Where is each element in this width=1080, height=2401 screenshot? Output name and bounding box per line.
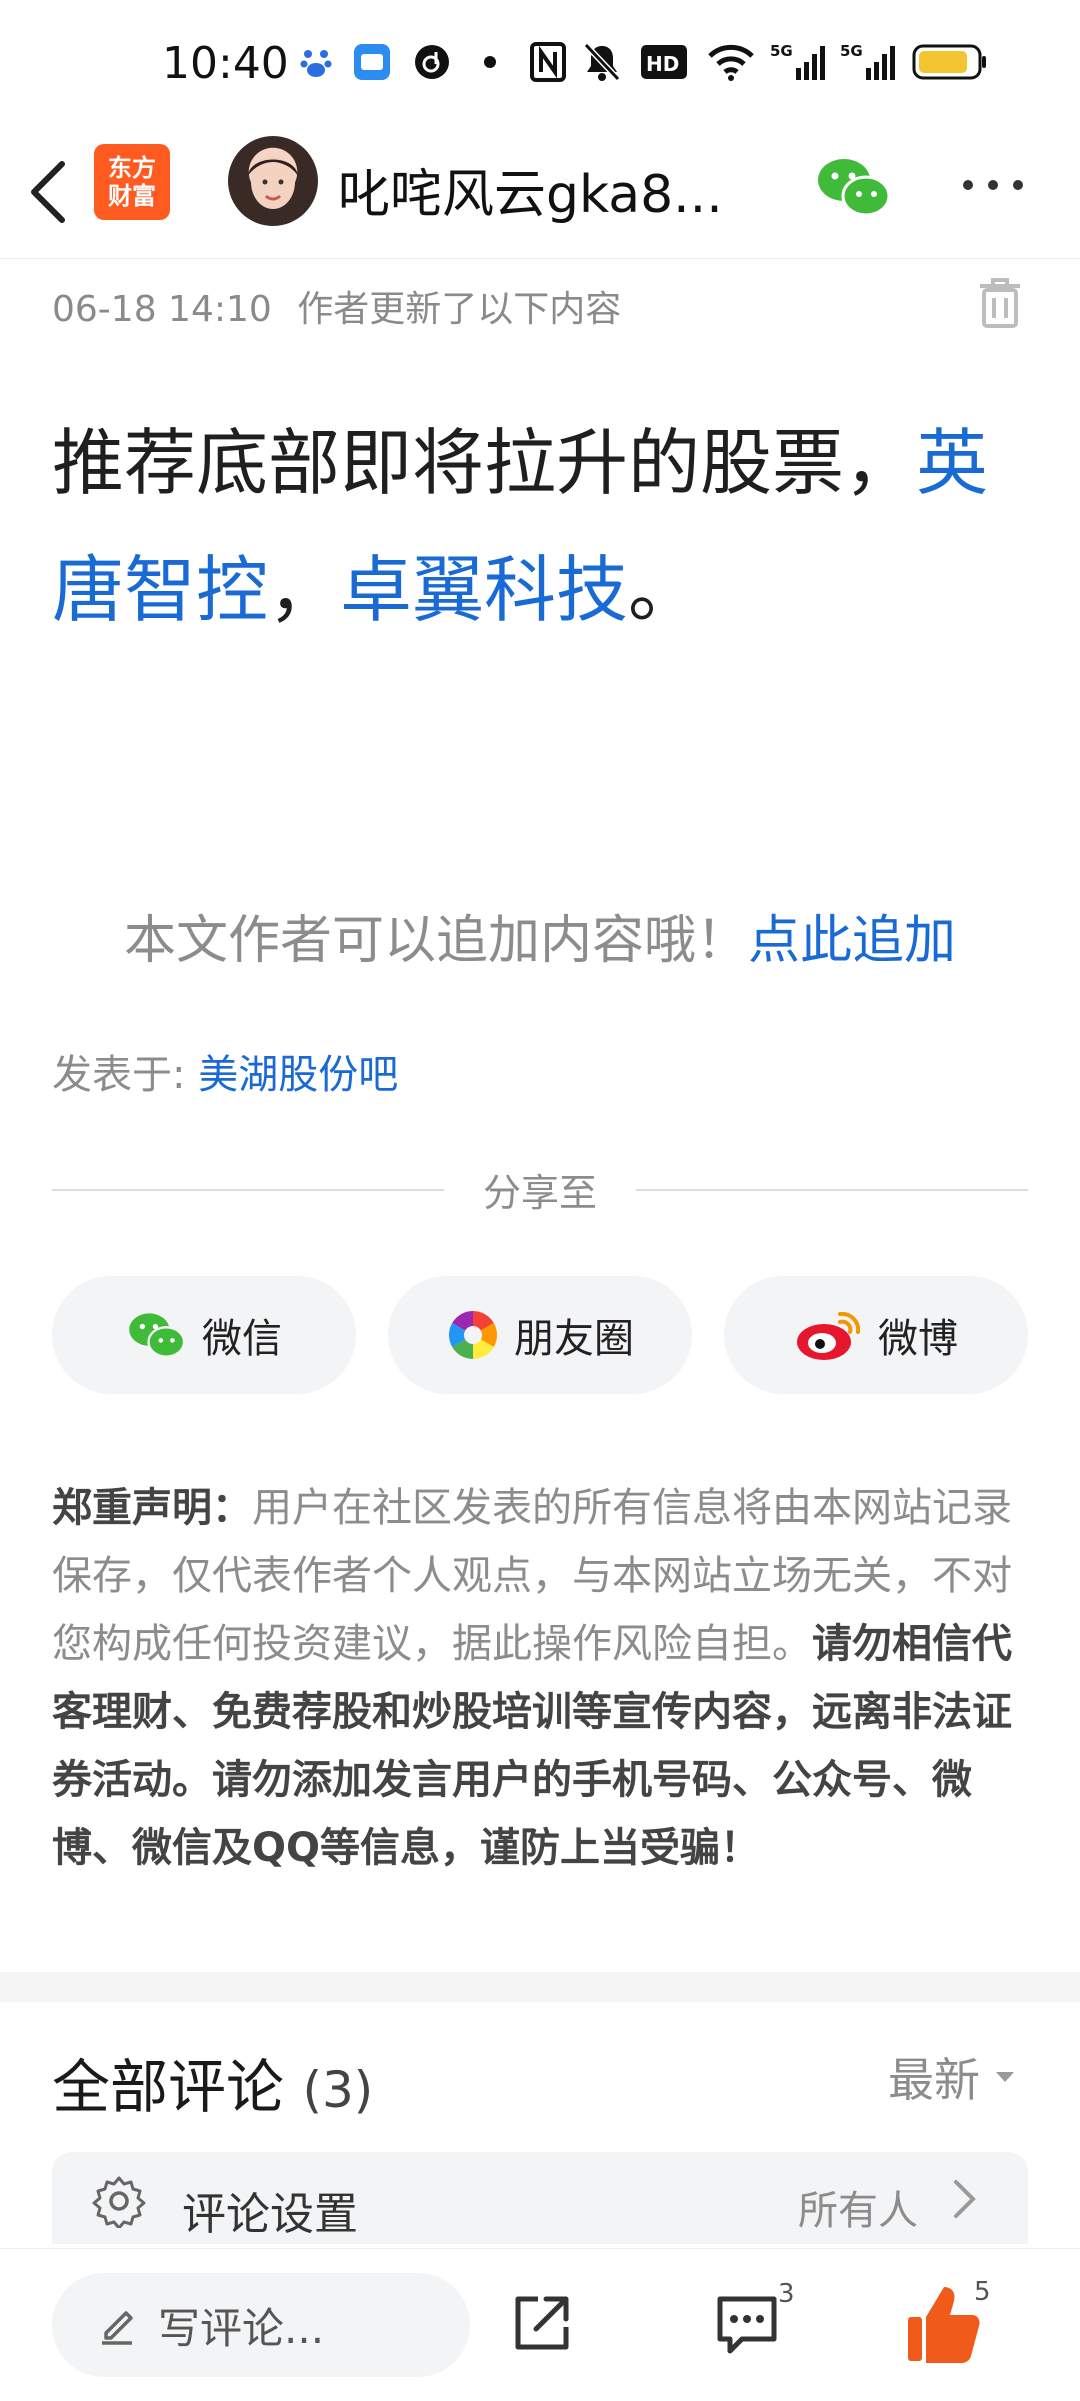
status-bar: 10:40 HD 5G 5G xyxy=(0,0,1080,130)
share-weibo-label: 微博 xyxy=(878,1316,958,1362)
comment-settings-label: 评论设置 xyxy=(182,2189,358,2240)
like-icon[interactable] xyxy=(906,2283,982,2369)
stock-link-2[interactable]: 卓翼科技 xyxy=(340,548,628,632)
sort-label: 最新 xyxy=(888,2053,980,2107)
append-content-prompt: 本文作者可以追加内容哦！点此追加 xyxy=(0,898,1080,973)
back-button[interactable] xyxy=(22,152,82,232)
share-weibo-button[interactable]: 微博 xyxy=(724,1276,1028,1394)
baidu-icon xyxy=(298,40,334,84)
disclaimer-heading: 郑重声明： xyxy=(52,1485,252,1531)
wifi-icon xyxy=(704,40,758,84)
like-count-badge: 5 xyxy=(974,2277,991,2307)
top-nav-bar: 东方 财富 叱咤风云gka8... xyxy=(0,130,1080,259)
update-info: 06-18 14:10 作者更新了以下内容 xyxy=(52,280,621,332)
post-content: 推荐底部即将拉升的股票，英唐智控，卓翼科技。 xyxy=(52,400,1032,654)
caret-down-icon xyxy=(996,2072,1014,2082)
share-moments-label: 朋友圈 xyxy=(514,1316,634,1362)
status-time: 10:40 xyxy=(162,38,289,89)
comments-header: 全部评论 (3) xyxy=(52,2040,373,2124)
mute-icon xyxy=(582,40,622,84)
svg-text:HD: HD xyxy=(646,52,679,76)
bottom-action-bar: 写评论... 3 5 xyxy=(0,2248,1080,2401)
chevron-right-icon xyxy=(954,2180,976,2218)
gear-icon xyxy=(92,2176,146,2228)
cell-signal-2-icon: 5G xyxy=(840,40,896,84)
brand-logo[interactable]: 东方 财富 xyxy=(94,144,170,220)
divider xyxy=(636,1189,1028,1191)
wechat-icon xyxy=(129,1313,186,1358)
posted-to-label: 发表于: xyxy=(52,1052,199,1098)
author-avatar[interactable] xyxy=(228,136,318,226)
brand-logo-line2: 财富 xyxy=(108,182,156,210)
append-link[interactable]: 点此追加 xyxy=(748,911,956,971)
moments-icon xyxy=(448,1311,498,1359)
battery-icon xyxy=(912,40,988,84)
posted-to: 发表于: 美湖股份吧 xyxy=(52,1042,398,1100)
app-notification-icon xyxy=(350,40,394,84)
append-prompt-text: 本文作者可以追加内容哦！ xyxy=(123,911,748,971)
weibo-icon xyxy=(797,1311,861,1360)
dot-icon xyxy=(480,40,500,84)
post-text: 推荐底部即将拉升的股票， xyxy=(52,421,917,505)
comment-settings-value: 所有人 xyxy=(798,2188,918,2234)
comments-title: 全部评论 xyxy=(52,2053,285,2121)
comment-input-placeholder: 写评论... xyxy=(158,2303,325,2353)
hd-icon: HD xyxy=(640,40,688,84)
comment-count-badge: 3 xyxy=(778,2279,795,2309)
comment-input[interactable]: 写评论... xyxy=(52,2273,470,2377)
sort-dropdown[interactable]: 最新 xyxy=(888,2044,1016,2110)
nfc-icon xyxy=(528,40,568,84)
author-name[interactable]: 叱咤风云gka8... xyxy=(338,152,723,227)
wechat-share-icon[interactable] xyxy=(814,152,894,222)
post-period: 。 xyxy=(628,548,701,632)
post-separator: ， xyxy=(268,548,341,632)
cell-signal-1-icon: 5G xyxy=(770,40,826,84)
share-moments-button[interactable]: 朋友圈 xyxy=(388,1276,692,1394)
share-wechat-button[interactable]: 微信 xyxy=(52,1276,356,1394)
trash-icon[interactable] xyxy=(976,276,1024,330)
svg-text:5G: 5G xyxy=(840,42,863,60)
section-divider xyxy=(0,1972,1080,2002)
pencil-icon xyxy=(102,2311,133,2345)
share-icon[interactable] xyxy=(506,2289,576,2363)
update-text: 作者更新了以下内容 xyxy=(297,289,622,330)
comment-settings-row[interactable]: 评论设置 所有人 xyxy=(52,2152,1028,2244)
forum-link[interactable]: 美湖股份吧 xyxy=(198,1052,398,1098)
more-options-icon[interactable] xyxy=(958,170,1028,200)
comments-icon[interactable] xyxy=(712,2289,782,2363)
brand-logo-line1: 东方 xyxy=(108,154,156,182)
svg-text:5G: 5G xyxy=(770,42,793,60)
tiktok-icon xyxy=(410,40,454,84)
update-time: 06-18 14:10 xyxy=(52,289,272,330)
share-wechat-label: 微信 xyxy=(202,1316,282,1362)
comments-count: (3) xyxy=(302,2061,374,2119)
disclaimer: 郑重声明：用户在社区发表的所有信息将由本网站记录保存，仅代表作者个人观点，与本网… xyxy=(52,1474,1032,1882)
